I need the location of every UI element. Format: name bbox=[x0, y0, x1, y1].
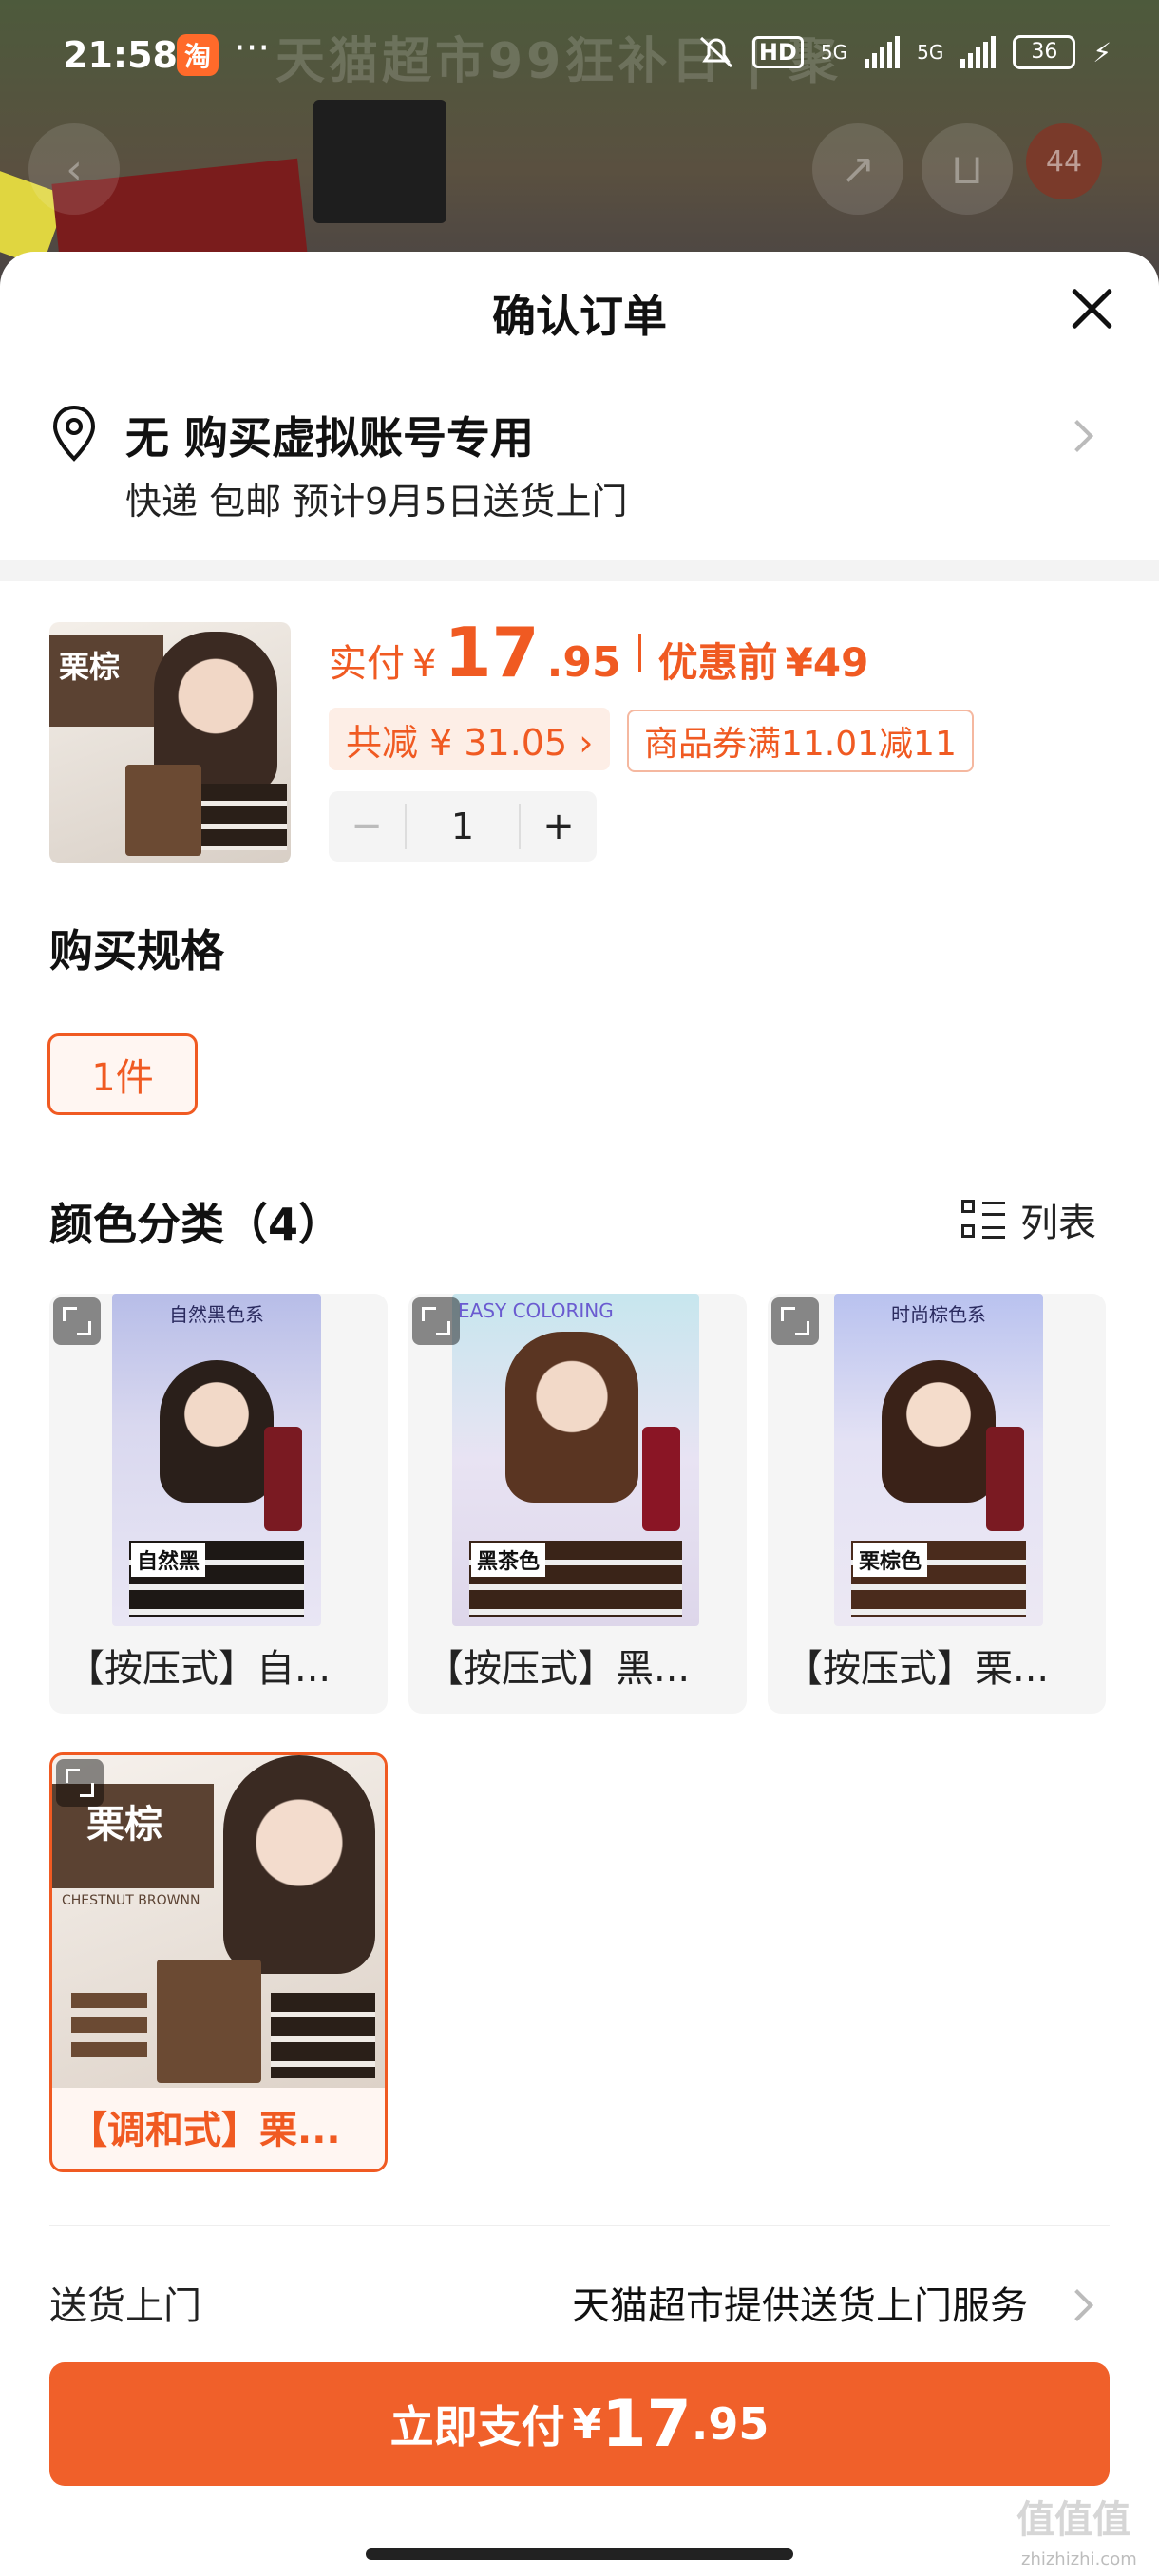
pay-amount-integer: 17 bbox=[601, 2386, 692, 2462]
poster-bottle bbox=[642, 1427, 680, 1531]
expand-image-icon[interactable] bbox=[53, 1297, 101, 1345]
cart-icon: ⊔ bbox=[922, 123, 1013, 215]
location-pin-icon bbox=[52, 405, 96, 462]
battery-icon: 36 bbox=[1013, 35, 1076, 69]
decrease-button[interactable]: − bbox=[329, 805, 405, 848]
paid-label: 实付 bbox=[329, 642, 405, 686]
confirm-order-sheet: 确认订单 无 购买虚拟账号专用 快递 包邮 预计9月5日送货上门 栗棕 实付 ¥… bbox=[0, 252, 1159, 2576]
poster-model bbox=[223, 1755, 375, 1974]
section-divider bbox=[0, 560, 1159, 581]
poster-box bbox=[157, 1960, 261, 2083]
expand-image-icon[interactable] bbox=[771, 1297, 819, 1345]
hd-voice-icon: HD bbox=[751, 36, 804, 68]
list-icon bbox=[961, 1200, 1005, 1240]
close-icon[interactable] bbox=[1064, 284, 1121, 341]
expand-image-icon[interactable] bbox=[56, 1759, 104, 1807]
delivery-service[interactable]: 天猫超市提供送货上门服务 bbox=[572, 2275, 1028, 2330]
color-option-caption: 【按压式】黑... bbox=[426, 1647, 691, 1691]
quantity-stepper: − 1 + bbox=[329, 791, 597, 862]
poster-features bbox=[71, 1993, 147, 2059]
watermark: 值值值 bbox=[1016, 2498, 1130, 2542]
poster-heading: EASY COLORING bbox=[458, 1299, 614, 1322]
list-label: 列表 bbox=[1020, 1202, 1096, 1245]
total-discount-pill[interactable]: 共减 ¥ 31.05 › bbox=[329, 708, 611, 770]
network-type-2: 5G bbox=[917, 41, 944, 64]
poster-model bbox=[505, 1332, 638, 1503]
increase-button[interactable]: + bbox=[521, 805, 597, 848]
poster-color-name: 自然黑 bbox=[131, 1543, 206, 1577]
color-option-caption: 【按压式】栗... bbox=[785, 1647, 1050, 1691]
pay-now-button[interactable]: 立即支付 ¥ 17.95 bbox=[49, 2362, 1110, 2486]
color-option-caption: 【按压式】自... bbox=[66, 1647, 332, 1691]
address-name: 无 购买虚拟账号专用 bbox=[125, 412, 535, 464]
share-icon: ↗ bbox=[812, 123, 903, 215]
expand-image-icon[interactable] bbox=[412, 1297, 460, 1345]
color-option-image: EASY COLORING 黑茶色 bbox=[408, 1294, 747, 1626]
price-decimal: .95 bbox=[546, 638, 621, 687]
charging-icon: ⚡ bbox=[1092, 36, 1112, 68]
network-type-1: 5G bbox=[820, 41, 848, 64]
coupon-pill: 商品券满11.01减11 bbox=[627, 710, 974, 772]
delivery-divider bbox=[49, 2225, 1110, 2226]
signal-icon bbox=[864, 36, 901, 68]
color-option-card-selected[interactable]: 栗棕 CHESTNUT BROWNN 【调和式】栗... bbox=[49, 1752, 388, 2172]
color-option-image: 时尚棕色系 栗棕色 bbox=[768, 1294, 1106, 1626]
back-icon: ‹ bbox=[28, 123, 120, 215]
signal-icon-2 bbox=[960, 36, 997, 68]
pay-now-label: 立即支付 bbox=[390, 2401, 565, 2453]
delivery-label: 送货上门 bbox=[49, 2284, 201, 2328]
poster-model bbox=[160, 1360, 274, 1503]
poster-model bbox=[882, 1360, 996, 1503]
list-view-toggle[interactable]: 列表 bbox=[961, 1192, 1096, 1247]
delivery-chevron-icon bbox=[1061, 2289, 1093, 2321]
mute-icon bbox=[699, 36, 732, 68]
price-row: 实付 ¥ 17.95 优惠前 ¥49 bbox=[329, 613, 868, 692]
taobao-app-icon: 淘 bbox=[177, 34, 218, 76]
poster-bottle bbox=[264, 1427, 302, 1531]
watermark-url: zhizhizhi.com bbox=[1021, 2549, 1137, 2569]
price-separator bbox=[637, 634, 641, 672]
color-option-card[interactable]: EASY COLORING 黑茶色 【按压式】黑... bbox=[408, 1294, 747, 1714]
product-thumbnail[interactable]: 栗棕 bbox=[49, 622, 291, 863]
color-option-card[interactable]: 时尚棕色系 栗棕色 【按压式】栗... bbox=[768, 1294, 1106, 1714]
poster-color-name: 栗棕色 bbox=[853, 1543, 928, 1577]
delivery-estimate: 快递 包邮 预计9月5日送货上门 bbox=[125, 481, 628, 522]
spec-heading: 购买规格 bbox=[49, 925, 224, 976]
color-option-card[interactable]: 自然黑色系 自然黑 【按压式】自... bbox=[49, 1294, 388, 1714]
original-price-label: 优惠前 bbox=[657, 639, 778, 686]
poster-heading: 自然黑色系 bbox=[169, 1303, 264, 1326]
color-heading: 颜色分类（4） bbox=[49, 1199, 343, 1250]
more-notifications-icon: ··· bbox=[234, 27, 271, 70]
background-comb-image bbox=[314, 100, 446, 223]
pay-amount-decimal: .95 bbox=[691, 2398, 770, 2450]
price-integer: 17 bbox=[444, 613, 540, 692]
original-price: ¥49 bbox=[785, 639, 869, 686]
thumbnail-swatches bbox=[201, 784, 287, 850]
color-option-image: 自然黑色系 自然黑 bbox=[49, 1294, 388, 1626]
spec-option-1[interactable]: 1件 bbox=[48, 1033, 198, 1115]
quantity-value[interactable]: 1 bbox=[405, 804, 521, 849]
pay-currency: ¥ bbox=[572, 2399, 602, 2449]
status-indicators: HD 5G 5G 36 ⚡ bbox=[697, 34, 1112, 70]
color-option-caption: 【调和式】栗... bbox=[69, 2109, 341, 2152]
poster-color-name: 黑茶色 bbox=[471, 1543, 546, 1577]
thumbnail-box bbox=[125, 765, 201, 856]
currency-symbol: ¥ bbox=[412, 642, 437, 686]
poster-heading: 时尚棕色系 bbox=[891, 1303, 986, 1326]
color-option-image: 栗棕 CHESTNUT BROWNN bbox=[52, 1755, 385, 2088]
cart-count-badge: 44 bbox=[1026, 123, 1102, 199]
poster-bottle bbox=[986, 1427, 1024, 1531]
home-indicator[interactable] bbox=[366, 2548, 793, 2560]
thumbnail-tag: 栗棕 bbox=[49, 635, 163, 727]
status-time: 21:58 bbox=[63, 34, 178, 76]
sheet-title: 确认订单 bbox=[492, 291, 667, 342]
poster-subtitle: CHESTNUT BROWNN bbox=[62, 1893, 200, 1908]
status-bar: 21:58 淘 ··· HD 5G 5G 36 ⚡ bbox=[0, 0, 1159, 114]
poster-swatches bbox=[271, 1993, 375, 2078]
